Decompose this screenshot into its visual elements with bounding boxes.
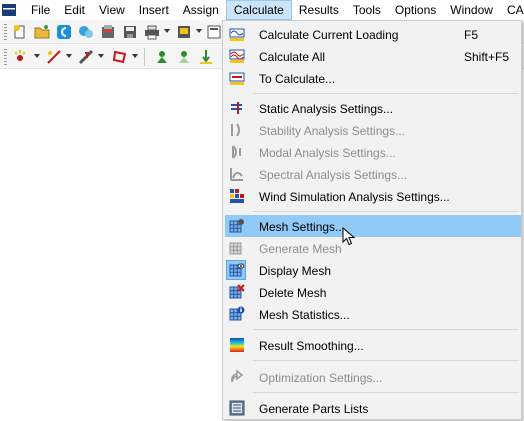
menu-item-label: Generate Parts Lists [259, 402, 369, 416]
menu-window[interactable]: Window [443, 0, 500, 20]
menu-item-label: Generate Mesh [259, 242, 342, 256]
menu-item-display-mesh[interactable]: Display Mesh [225, 259, 521, 281]
menu-view[interactable]: View [92, 0, 132, 20]
menu-item-label: Calculate All [259, 50, 326, 64]
menu-item-delete-mesh[interactable]: Delete Mesh [225, 281, 521, 303]
new-support-icon[interactable] [154, 49, 170, 65]
menu-item-result-smoothing[interactable]: Result Smoothing... [225, 334, 521, 356]
menu-bar: File Edit View Insert Assign Calculate R… [0, 0, 524, 20]
calculate-menu: Calculate Current Loading F5 Calculate A… [222, 20, 522, 420]
menu-item-modal-analysis-settings: Modal Analysis Settings... [225, 141, 521, 163]
menu-separator [253, 392, 519, 393]
menu-separator [253, 93, 519, 94]
optimization-settings-icon [231, 369, 244, 383]
new-member-icon[interactable] [78, 49, 94, 65]
mouse-cursor-icon [342, 227, 356, 246]
menu-item-calculate-current-loading[interactable]: Calculate Current Loading F5 [225, 23, 521, 45]
app-icon[interactable] [2, 4, 16, 16]
menu-separator [253, 211, 519, 212]
print-dropdown-arrow-icon[interactable] [164, 29, 170, 33]
project-manager-icon[interactable] [78, 24, 94, 40]
new-model-icon[interactable] [12, 24, 28, 40]
menu-item-label: Spectral Analysis Settings... [259, 168, 408, 182]
menu-item-label: Display Mesh [259, 264, 332, 278]
display-mesh-icon [229, 263, 245, 277]
menu-item-calculate-all[interactable]: Calculate All Shift+F5 [225, 45, 521, 67]
calculate-current-icon [229, 28, 245, 41]
new-node-dropdown-arrow-icon[interactable] [34, 54, 40, 58]
new-surface-icon[interactable] [112, 49, 128, 65]
generate-mesh-icon [229, 242, 242, 255]
menu-item-label: To Calculate... [259, 72, 336, 86]
menu-separator [253, 329, 519, 330]
menu-item-wind-simulation-analysis-settings[interactable]: Wind Simulation Analysis Settings... [225, 185, 521, 207]
menu-item-optimization-settings: Optimization Settings... [225, 366, 521, 388]
menu-item-mesh-statistics[interactable]: Mesh Statistics... [225, 303, 521, 325]
mesh-statistics-icon [229, 306, 245, 321]
spectral-analysis-settings-icon [230, 168, 243, 181]
to-calculate-icon [229, 72, 245, 85]
menu-item-generate-parts-lists[interactable]: Generate Parts Lists [225, 397, 521, 419]
menu-item-to-calculate[interactable]: To Calculate... [225, 67, 521, 89]
menu-item-generate-mesh: Generate Mesh [225, 237, 521, 259]
open-folder-icon[interactable] [34, 24, 50, 40]
result-smoothing-icon [230, 338, 244, 352]
new-surface-dropdown-arrow-icon[interactable] [132, 54, 138, 58]
calculate-all-icon [229, 49, 245, 63]
menu-item-mesh-settings[interactable]: Mesh Settings... [225, 215, 521, 237]
dlubal-center-icon[interactable] [56, 24, 72, 40]
print-graphic-dropdown-arrow-icon[interactable] [196, 29, 202, 33]
menu-item-shortcut: F5 [464, 28, 479, 42]
delete-mesh-icon [229, 284, 245, 299]
menu-item-label: Wind Simulation Analysis Settings... [259, 190, 450, 204]
menu-assign[interactable]: Assign [176, 0, 226, 20]
modal-analysis-settings-icon [232, 145, 241, 159]
menu-options[interactable]: Options [388, 0, 443, 20]
new-node-icon[interactable] [12, 49, 28, 65]
menu-item-shortcut: Shift+F5 [464, 50, 510, 64]
menu-edit[interactable]: Edit [57, 0, 92, 20]
parts-list-icon [229, 400, 245, 416]
stability-analysis-settings-icon [231, 123, 240, 137]
menu-item-spectral-analysis-settings: Spectral Analysis Settings... [225, 163, 521, 185]
toolbar-grip[interactable] [4, 24, 7, 40]
menu-item-label: Calculate Current Loading [259, 28, 399, 42]
menu-item-stability-analysis-settings: Stability Analysis Settings... [225, 119, 521, 141]
wind-simulation-settings-icon [230, 189, 244, 203]
toolbar-grip[interactable] [4, 49, 7, 65]
menu-item-label: Modal Analysis Settings... [259, 146, 396, 160]
menu-item-label: Mesh Statistics... [259, 308, 350, 322]
toolbar-separator [144, 48, 145, 66]
new-line-dropdown-arrow-icon[interactable] [66, 54, 72, 58]
print-graphic-icon[interactable] [176, 24, 192, 40]
menu-item-label: Mesh Settings... [259, 220, 346, 234]
menu-item-label: Stability Analysis Settings... [259, 124, 406, 138]
new-member-dropdown-arrow-icon[interactable] [98, 54, 104, 58]
static-analysis-settings-icon [231, 102, 242, 114]
menu-calculate[interactable]: Calculate [225, 0, 292, 20]
menu-item-label: Optimization Settings... [259, 371, 383, 385]
menu-item-label: Delete Mesh [259, 286, 327, 300]
new-hinge-icon[interactable] [176, 49, 192, 65]
save-icon[interactable] [122, 24, 138, 40]
printout-report-icon[interactable] [206, 24, 222, 40]
menu-file[interactable]: File [24, 0, 57, 20]
menu-insert[interactable]: Insert [132, 0, 176, 20]
menu-cad[interactable]: CAD [500, 0, 524, 20]
new-load-icon[interactable] [198, 49, 214, 65]
menu-item-label: Static Analysis Settings... [259, 102, 394, 116]
menu-results[interactable]: Results [292, 0, 346, 20]
mesh-settings-icon [229, 219, 244, 233]
menu-item-label: Result Smoothing... [259, 339, 364, 353]
print-icon[interactable] [144, 24, 160, 40]
menu-tools[interactable]: Tools [346, 0, 388, 20]
menu-item-static-analysis-settings[interactable]: Static Analysis Settings... [225, 97, 521, 119]
menu-separator [253, 360, 519, 361]
model-info-icon[interactable] [100, 24, 116, 40]
new-line-icon[interactable] [46, 49, 62, 65]
